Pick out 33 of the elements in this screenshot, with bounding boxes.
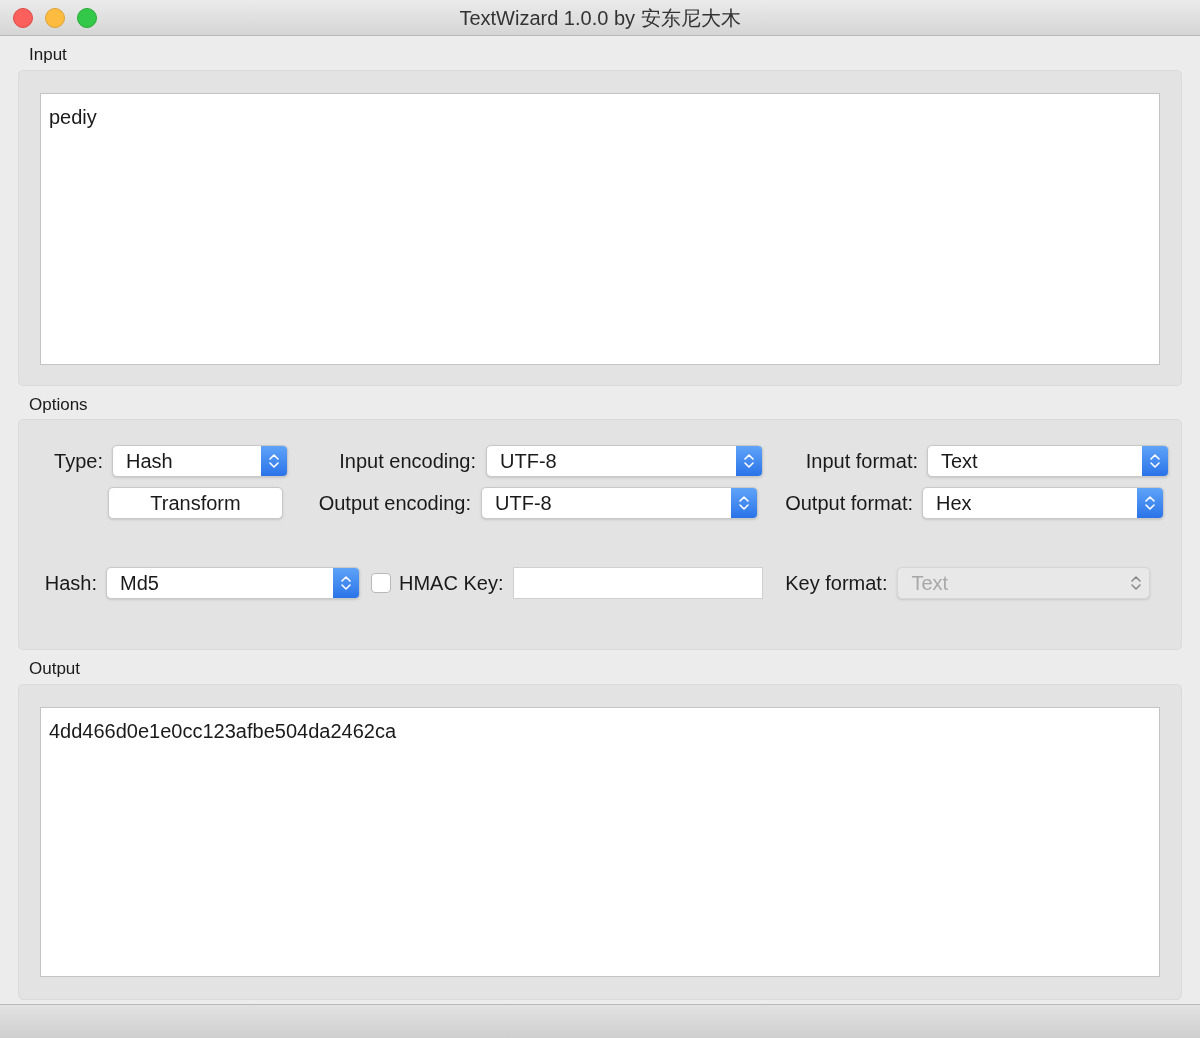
up-down-chevron-icon — [268, 452, 280, 470]
group-label: Options — [29, 393, 89, 416]
field-label: Hash: — [43, 571, 97, 596]
field-label: Output format: — [784, 491, 913, 516]
close-button[interactable] — [13, 7, 33, 28]
up-down-chevron-icon — [738, 494, 750, 512]
checkbox[interactable] — [371, 573, 391, 593]
up-down-chevron-icon — [743, 452, 755, 470]
input-text-area[interactable]: pediy — [40, 92, 1160, 365]
dropdown-select[interactable]: UTF-8 — [486, 445, 763, 477]
minimize-button[interactable] — [45, 7, 65, 28]
window-title: TextWizard 1.0.0 by 安东尼大木 — [459, 5, 741, 31]
field-label: Input encoding: — [338, 449, 476, 474]
dropdown-select[interactable]: Text — [927, 445, 1169, 477]
up-down-chevron-icon — [1130, 574, 1143, 592]
field-label: Type: — [53, 449, 103, 474]
output-text-area: 4dd466d0e1e0cc123afbe504da2462ca — [40, 706, 1160, 977]
field-label: Key format: — [784, 571, 888, 596]
up-down-chevron-icon — [1149, 452, 1161, 470]
transform-button[interactable]: Transform — [108, 487, 283, 519]
field-label: Output encoding: — [317, 491, 471, 516]
dropdown-select[interactable]: Md5 — [106, 567, 360, 599]
dropdown-select[interactable]: Hash — [112, 445, 288, 477]
group-label: Input — [29, 44, 68, 66]
field-label: HMAC Key: — [399, 571, 504, 596]
field-label: Input format: — [804, 449, 918, 474]
dropdown-select[interactable]: UTF-8 — [481, 487, 758, 519]
group-label: Output — [29, 658, 82, 680]
hmac-key-field[interactable] — [513, 567, 764, 599]
dropdown-select[interactable]: Hex — [922, 487, 1164, 519]
up-down-chevron-icon — [1144, 494, 1156, 512]
zoom-button[interactable] — [77, 7, 97, 28]
up-down-chevron-icon — [340, 574, 352, 592]
